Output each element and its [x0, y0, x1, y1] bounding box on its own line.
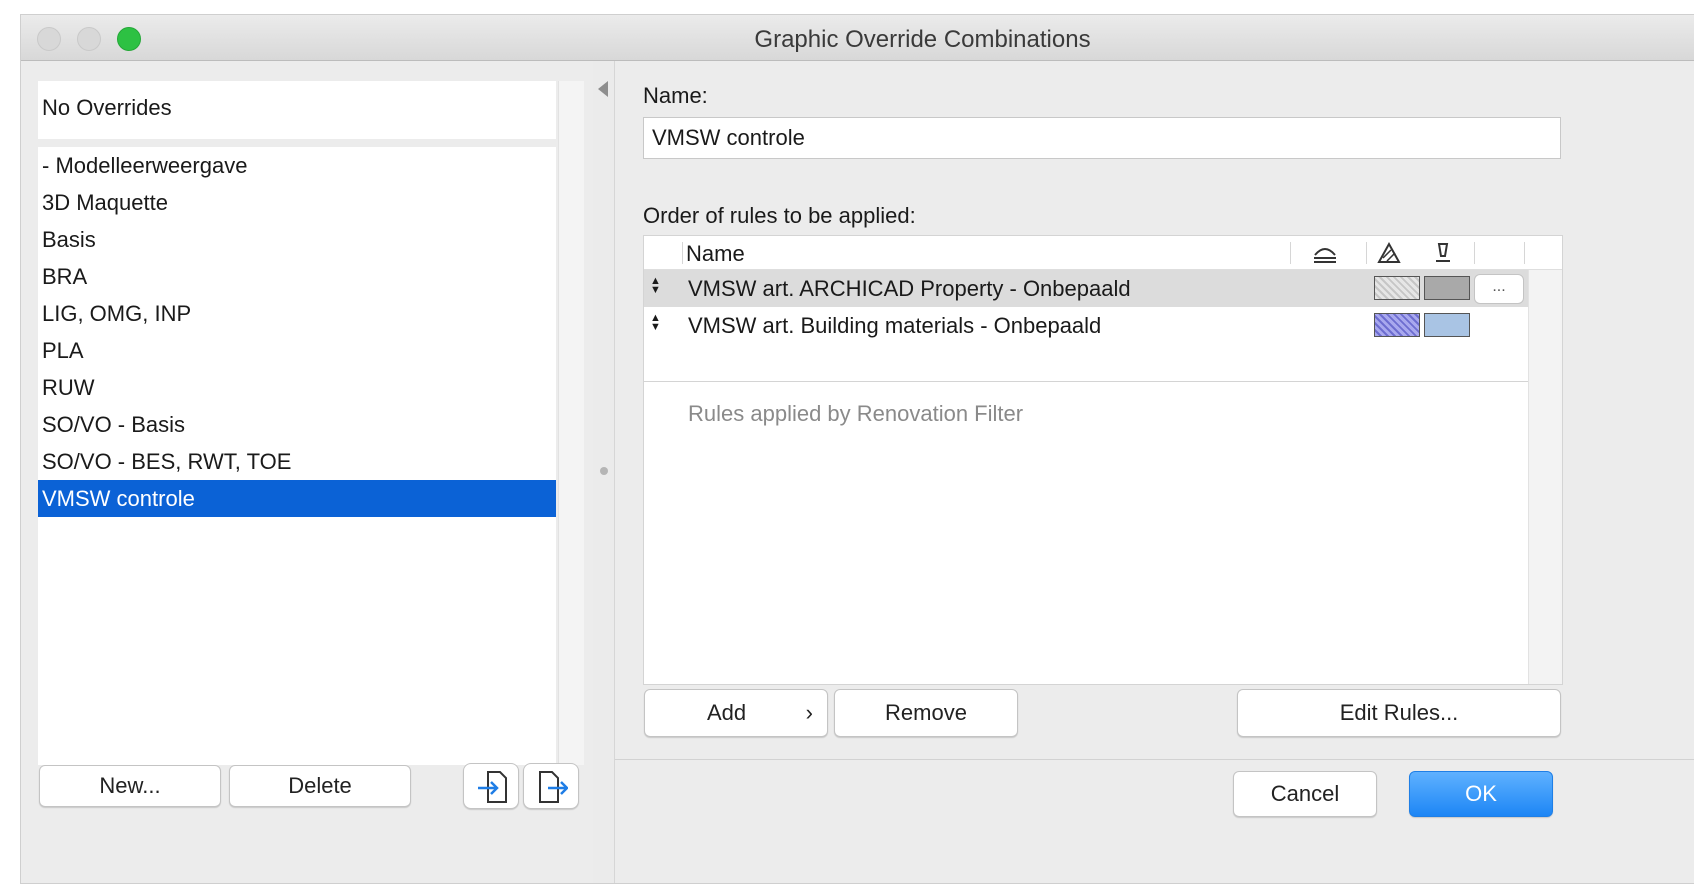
- ok-button[interactable]: OK: [1409, 771, 1553, 817]
- list-item[interactable]: LIG, OMG, INP: [38, 295, 556, 332]
- renovation-filter-text: Rules applied by Renovation Filter: [688, 401, 1024, 426]
- header-divider: [1290, 242, 1291, 264]
- cancel-button[interactable]: Cancel: [1233, 771, 1377, 817]
- collapse-arrow-icon[interactable]: [598, 81, 608, 97]
- list-item[interactable]: - Modelleerweergave: [38, 147, 556, 184]
- list-item[interactable]: PLA: [38, 332, 556, 369]
- title-bar: Graphic Override Combinations: [21, 15, 1694, 61]
- order-label: Order of rules to be applied:: [643, 203, 916, 228]
- chevron-right-icon: ›: [805, 700, 813, 725]
- footer-divider: [615, 759, 1694, 760]
- column-header-name[interactable]: Name: [686, 241, 745, 267]
- fill-icon: [1377, 241, 1401, 263]
- no-overrides-list: No Overrides: [38, 81, 556, 139]
- list-item[interactable]: BRA: [38, 258, 556, 295]
- new-combination-button[interactable]: New...: [39, 765, 221, 807]
- dialog-window: Graphic Override Combinations No Overrid…: [20, 14, 1694, 884]
- rule-name: VMSW art. ARCHICAD Property - Onbepaald: [688, 276, 1131, 301]
- surface-icon: [1314, 248, 1336, 263]
- header-divider: [1524, 242, 1525, 264]
- header-divider: [1474, 242, 1475, 264]
- list-item[interactable]: RUW: [38, 369, 556, 406]
- line-swatch[interactable]: [1424, 276, 1470, 300]
- line-swatch[interactable]: [1424, 313, 1470, 337]
- list-item[interactable]: SO/VO - BES, RWT, TOE: [38, 443, 556, 480]
- drag-handle-icon[interactable]: ▲ ▼: [650, 307, 661, 344]
- renovation-divider: [644, 381, 1528, 382]
- combination-list: - Modelleerweergave 3D Maquette Basis BRA LI…: [38, 147, 556, 765]
- list-item[interactable]: SO/VO - Basis: [38, 406, 556, 443]
- remove-rule-button[interactable]: Remove: [834, 689, 1018, 737]
- fill-swatch[interactable]: [1374, 313, 1420, 337]
- rules-table-scrollbar[interactable]: [1528, 270, 1562, 684]
- line-pen-icon: [1436, 243, 1450, 262]
- list-item-no-overrides[interactable]: No Overrides: [42, 95, 172, 121]
- combination-list-scrollbar[interactable]: [558, 81, 584, 765]
- add-rule-label: Add: [707, 700, 747, 725]
- name-label: Name:: [643, 83, 708, 108]
- drag-handle-icon[interactable]: ▲ ▼: [650, 270, 661, 307]
- add-rule-button[interactable]: Add ›: [644, 689, 828, 737]
- rule-name: VMSW art. Building materials - Onbepaald: [688, 313, 1102, 338]
- rule-row[interactable]: ▲ ▼ VMSW art. ARCHICAD Property - Onbepaa…: [644, 270, 1528, 307]
- fill-swatch[interactable]: [1374, 276, 1420, 300]
- export-button[interactable]: [523, 763, 579, 809]
- more-options-button[interactable]: ...: [1474, 274, 1524, 304]
- splitter-grip-icon: [600, 467, 608, 475]
- edit-rules-button[interactable]: Edit Rules...: [1237, 689, 1561, 737]
- list-item[interactable]: VMSW controle: [38, 480, 556, 517]
- delete-combination-button[interactable]: Delete: [229, 765, 411, 807]
- name-input[interactable]: [643, 117, 1561, 159]
- header-divider: [682, 242, 683, 264]
- export-icon: [539, 771, 568, 803]
- panel-splitter[interactable]: [593, 61, 615, 883]
- rules-table: Name ▲ ▼ VMSW art. ARCHICAD Property - On…: [643, 235, 1563, 685]
- import-icon: [478, 771, 507, 803]
- list-item[interactable]: Basis: [38, 221, 556, 258]
- list-item[interactable]: 3D Maquette: [38, 184, 556, 221]
- header-divider: [1366, 242, 1367, 264]
- import-button[interactable]: [463, 763, 519, 809]
- rule-row[interactable]: ▲ ▼ VMSW art. Building materials - Onbepa…: [644, 307, 1528, 344]
- rules-table-header: Name: [644, 236, 1562, 270]
- window-title: Graphic Override Combinations: [754, 26, 1091, 53]
